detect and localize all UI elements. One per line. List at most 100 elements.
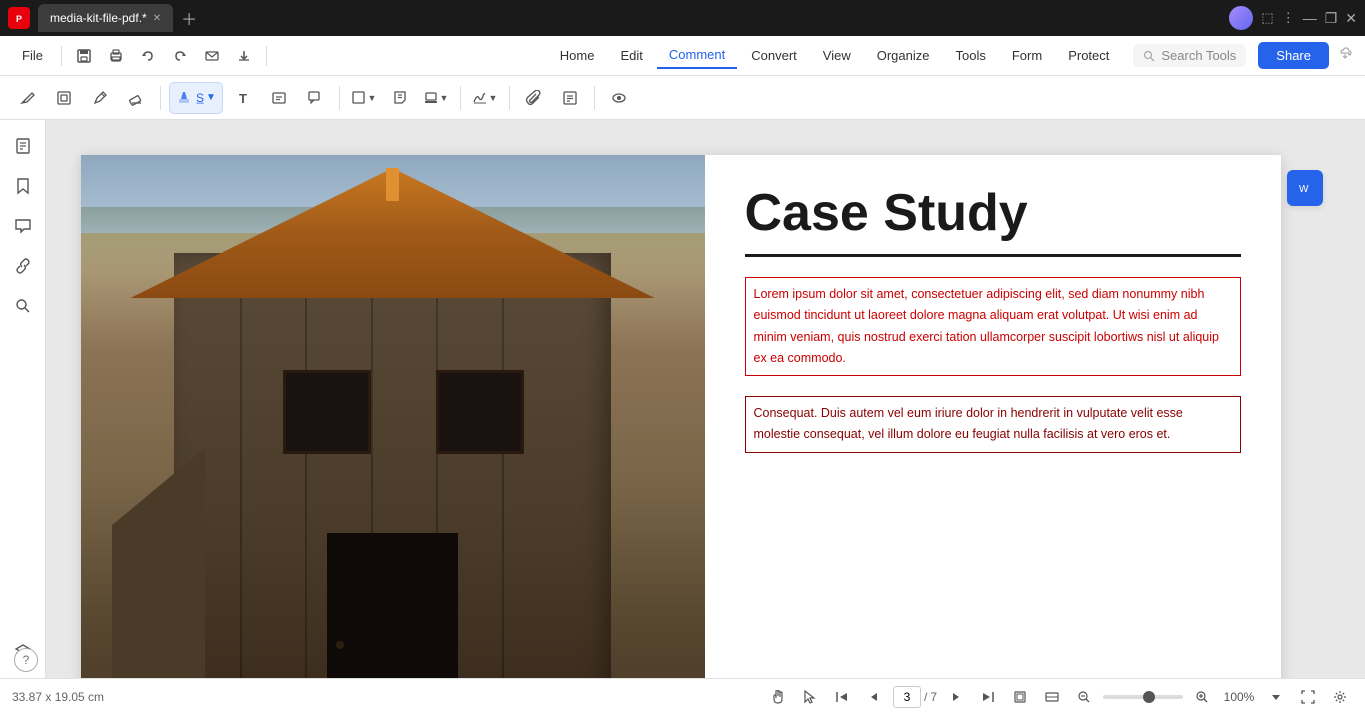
save-icon[interactable]: [70, 42, 98, 70]
minimize-icon[interactable]: —: [1303, 10, 1317, 26]
zoom-in-button[interactable]: [1189, 684, 1215, 710]
select-annotation-button[interactable]: [48, 82, 80, 114]
page-indicator: / 7: [893, 686, 937, 708]
lorem-text-1: Lorem ipsum dolor sit amet, consectetuer…: [745, 277, 1241, 376]
zoom-slider[interactable]: [1103, 695, 1183, 699]
toolbar-divider-3: [460, 86, 461, 110]
signature-button[interactable]: ▼: [469, 82, 501, 114]
draw-tool-button[interactable]: [12, 82, 44, 114]
menu-tools[interactable]: Tools: [943, 43, 997, 68]
menu-edit[interactable]: Edit: [608, 43, 654, 68]
barn-door: [327, 533, 458, 678]
search-tools-box[interactable]: Search Tools: [1133, 44, 1246, 67]
avatar[interactable]: [1229, 6, 1253, 30]
markup-button[interactable]: [554, 82, 586, 114]
show-annotations-button[interactable]: [603, 82, 635, 114]
menu-view[interactable]: View: [811, 43, 863, 68]
textbox-button[interactable]: [263, 82, 295, 114]
sidebar-links-icon[interactable]: [5, 248, 41, 284]
first-page-button[interactable]: [829, 684, 855, 710]
toolbar-divider-2: [339, 86, 340, 110]
toolbar-divider-1: [160, 86, 161, 110]
menu-form[interactable]: Form: [1000, 43, 1054, 68]
help-button[interactable]: ?: [14, 648, 38, 672]
settings-wheel-button[interactable]: [1327, 684, 1353, 710]
svg-text:W: W: [1299, 184, 1309, 195]
page-title: Case Study: [745, 185, 1241, 257]
active-tab[interactable]: media-kit-file-pdf.* ✕: [38, 4, 173, 32]
next-page-button[interactable]: [943, 684, 969, 710]
float-panel: W: [1287, 170, 1323, 206]
document-dimensions: 33.87 x 19.05 cm: [12, 690, 104, 704]
toolbar-divider-5: [594, 86, 595, 110]
app-icon: P: [8, 7, 30, 29]
lorem-text-2: Consequat. Duis autem vel eum iriure dol…: [745, 396, 1241, 453]
plank-5: [502, 253, 504, 679]
fullscreen-button[interactable]: [1295, 684, 1321, 710]
cursor-tool-button[interactable]: [797, 684, 823, 710]
highlight-dropdown-icon[interactable]: ▼: [206, 92, 216, 103]
attach-file-button[interactable]: [518, 82, 550, 114]
zoom-out-button[interactable]: [1071, 684, 1097, 710]
sidebar-pages-icon[interactable]: [5, 128, 41, 164]
pdf-page: W Case Study Lorem ipsum dolor sit amet,…: [81, 155, 1281, 678]
add-tab-button[interactable]: ＋: [181, 6, 197, 30]
sidebar-bookmarks-icon[interactable]: [5, 168, 41, 204]
fit-page-button[interactable]: [1007, 684, 1033, 710]
fit-width-button[interactable]: [1039, 684, 1065, 710]
tab-close-icon[interactable]: ✕: [153, 13, 161, 24]
pencil-tool-button[interactable]: [84, 82, 116, 114]
pdf-text-area: W Case Study Lorem ipsum dolor sit amet,…: [705, 155, 1281, 678]
restore-icon[interactable]: ❐: [1325, 10, 1338, 27]
svg-text:P: P: [16, 14, 22, 24]
titlebar-right: ⬚ ⋮ — ❐ ✕: [1229, 6, 1357, 30]
tab-filename: media-kit-file-pdf.*: [50, 11, 147, 25]
highlight-tool-button[interactable]: S̲ ▼: [169, 82, 223, 114]
download-icon[interactable]: [230, 42, 258, 70]
menu-comment[interactable]: Comment: [657, 42, 737, 69]
text-tool-button[interactable]: T: [227, 82, 259, 114]
menu-protect[interactable]: Protect: [1056, 43, 1121, 68]
window-left: [283, 370, 370, 454]
menu-file[interactable]: File: [12, 44, 53, 67]
print-icon[interactable]: [102, 42, 130, 70]
share-button[interactable]: Share: [1258, 42, 1329, 69]
stamp-button[interactable]: ▼: [420, 82, 452, 114]
note-button[interactable]: [384, 82, 416, 114]
hand-tool-button[interactable]: [765, 684, 791, 710]
sidebar-search-icon[interactable]: [5, 288, 41, 324]
prev-page-button[interactable]: [861, 684, 887, 710]
redo-icon[interactable]: [166, 42, 194, 70]
float-translate-button[interactable]: W: [1287, 170, 1323, 206]
maximize-icon[interactable]: ⬚: [1261, 10, 1273, 26]
callout-button[interactable]: [299, 82, 331, 114]
svg-text:T: T: [239, 91, 247, 106]
zoom-dropdown-button[interactable]: [1263, 684, 1289, 710]
titlebar: P media-kit-file-pdf.* ✕ ＋ ⬚ ⋮ — ❐ ✕: [0, 0, 1365, 36]
shapes-button[interactable]: ▼: [348, 82, 380, 114]
close-icon[interactable]: ✕: [1345, 10, 1357, 27]
menu-organize[interactable]: Organize: [865, 43, 942, 68]
undo-icon[interactable]: [134, 42, 162, 70]
menu-divider: [61, 46, 62, 66]
menu-nav: Home Edit Comment Convert View Organize …: [548, 42, 1122, 69]
plank-1: [240, 253, 242, 679]
signature-dropdown-icon[interactable]: ▼: [488, 93, 497, 103]
last-page-button[interactable]: [975, 684, 1001, 710]
pdf-image-area: [81, 155, 705, 678]
eraser-button[interactable]: [120, 82, 152, 114]
sidebar-comments-icon[interactable]: [5, 208, 41, 244]
page-number-input[interactable]: [893, 686, 921, 708]
plank-2: [305, 253, 307, 679]
cloud-icon[interactable]: [1337, 45, 1353, 66]
tab-area: media-kit-file-pdf.* ✕ ＋: [38, 4, 1221, 32]
menu-home[interactable]: Home: [548, 43, 607, 68]
stamp-dropdown-icon[interactable]: ▼: [439, 93, 448, 103]
email-icon[interactable]: [198, 42, 226, 70]
shapes-dropdown-icon[interactable]: ▼: [367, 93, 376, 103]
lorem-paragraph-1: Lorem ipsum dolor sit amet, consectetuer…: [745, 277, 1241, 376]
lean-to: [112, 448, 206, 679]
menu-dots-icon[interactable]: ⋮: [1282, 10, 1295, 26]
lorem-paragraph-2: Consequat. Duis autem vel eum iriure dol…: [745, 396, 1241, 453]
menu-convert[interactable]: Convert: [739, 43, 809, 68]
